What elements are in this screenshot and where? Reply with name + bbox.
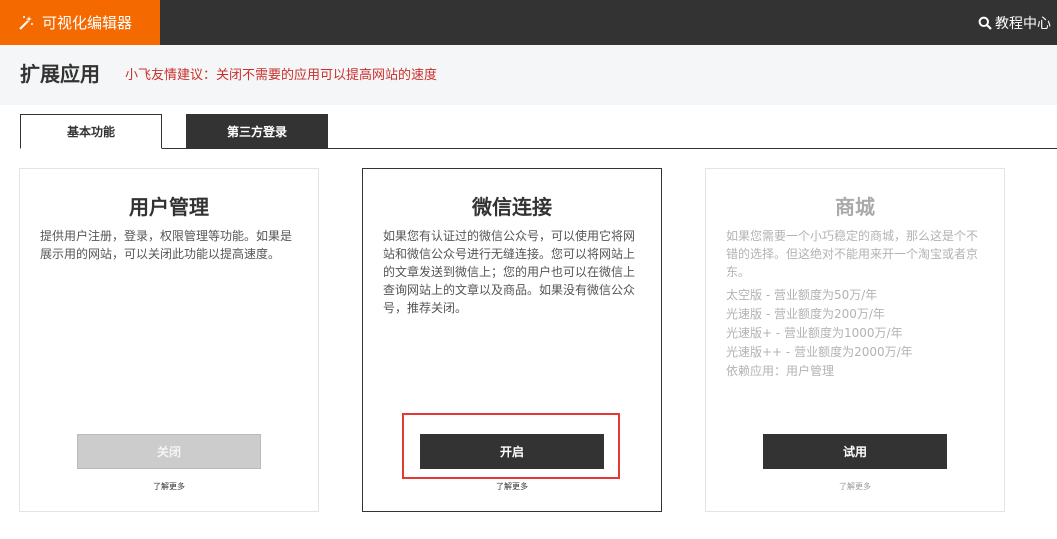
card-description: 如果您有认证过的微信公众号，可以使用它将网站和微信公众号进行无缝连接。您可以将网… bbox=[383, 229, 636, 315]
tab-basic-features[interactable]: 基本功能 bbox=[20, 114, 162, 149]
page-title: 扩展应用 bbox=[20, 62, 100, 86]
tutorial-label: 教程中心 bbox=[995, 15, 1051, 32]
page-header: 扩展应用 小飞友情建议：关闭不需要的应用可以提高网站的速度 bbox=[0, 45, 1057, 105]
learn-more-link[interactable]: 了解更多 bbox=[363, 481, 661, 492]
card-title: 用户管理 bbox=[129, 195, 209, 219]
tab-bar: 基本功能 第三方登录 bbox=[20, 114, 1057, 149]
edition-item: 光速版++ - 营业额度为2000万/年 bbox=[726, 345, 913, 359]
app-card-shop: 商城 如果您需要一个小巧稳定的商城，那么这是个不错的选择。但这绝对不能用来开一个… bbox=[705, 168, 1005, 512]
search-icon bbox=[978, 16, 992, 30]
magic-wand-icon bbox=[18, 15, 34, 31]
card-description: 提供用户注册，登录，权限管理等功能。如果是展示用的网站，可以关闭此功能以提高速度… bbox=[40, 229, 293, 261]
close-button[interactable]: 关闭 bbox=[77, 434, 261, 469]
tab-third-party-login[interactable]: 第三方登录 bbox=[186, 114, 328, 148]
app-card-user-management: 用户管理 提供用户注册，登录，权限管理等功能。如果是展示用的网站，可以关闭此功能… bbox=[19, 168, 319, 512]
edition-item: 光速版 - 营业额度为200万/年 bbox=[726, 307, 885, 321]
edition-item: 太空版 - 营业额度为50万/年 bbox=[726, 288, 878, 302]
enable-button[interactable]: 开启 bbox=[420, 434, 604, 469]
brand-logo[interactable]: 可视化编辑器 bbox=[0, 0, 160, 45]
brand-label: 可视化编辑器 bbox=[42, 14, 133, 32]
top-navbar: 可视化编辑器 教程中心 bbox=[0, 0, 1057, 45]
tip-text: 小飞友情建议：关闭不需要的应用可以提高网站的速度 bbox=[125, 68, 438, 83]
card-description: 如果您需要一个小巧稳定的商城，那么这是个不错的选择。但这绝对不能用来开一个淘宝或… bbox=[726, 229, 979, 279]
dependency-text: 依赖应用：用户管理 bbox=[726, 364, 835, 378]
edition-item: 光速版+ - 营业额度为1000万/年 bbox=[726, 326, 903, 340]
try-button[interactable]: 试用 bbox=[763, 434, 947, 469]
edition-list: 太空版 - 营业额度为50万/年 光速版 - 营业额度为200万/年 光速版+ … bbox=[726, 286, 988, 362]
learn-more-link[interactable]: 了解更多 bbox=[706, 481, 1004, 492]
app-card-wechat-connect: 微信连接 如果您有认证过的微信公众号，可以使用它将网站和微信公众号进行无缝连接。… bbox=[362, 168, 662, 512]
card-title: 商城 bbox=[835, 195, 875, 219]
tutorial-center-link[interactable]: 教程中心 bbox=[978, 0, 1051, 45]
learn-more-link[interactable]: 了解更多 bbox=[20, 481, 318, 492]
card-title: 微信连接 bbox=[472, 195, 552, 219]
